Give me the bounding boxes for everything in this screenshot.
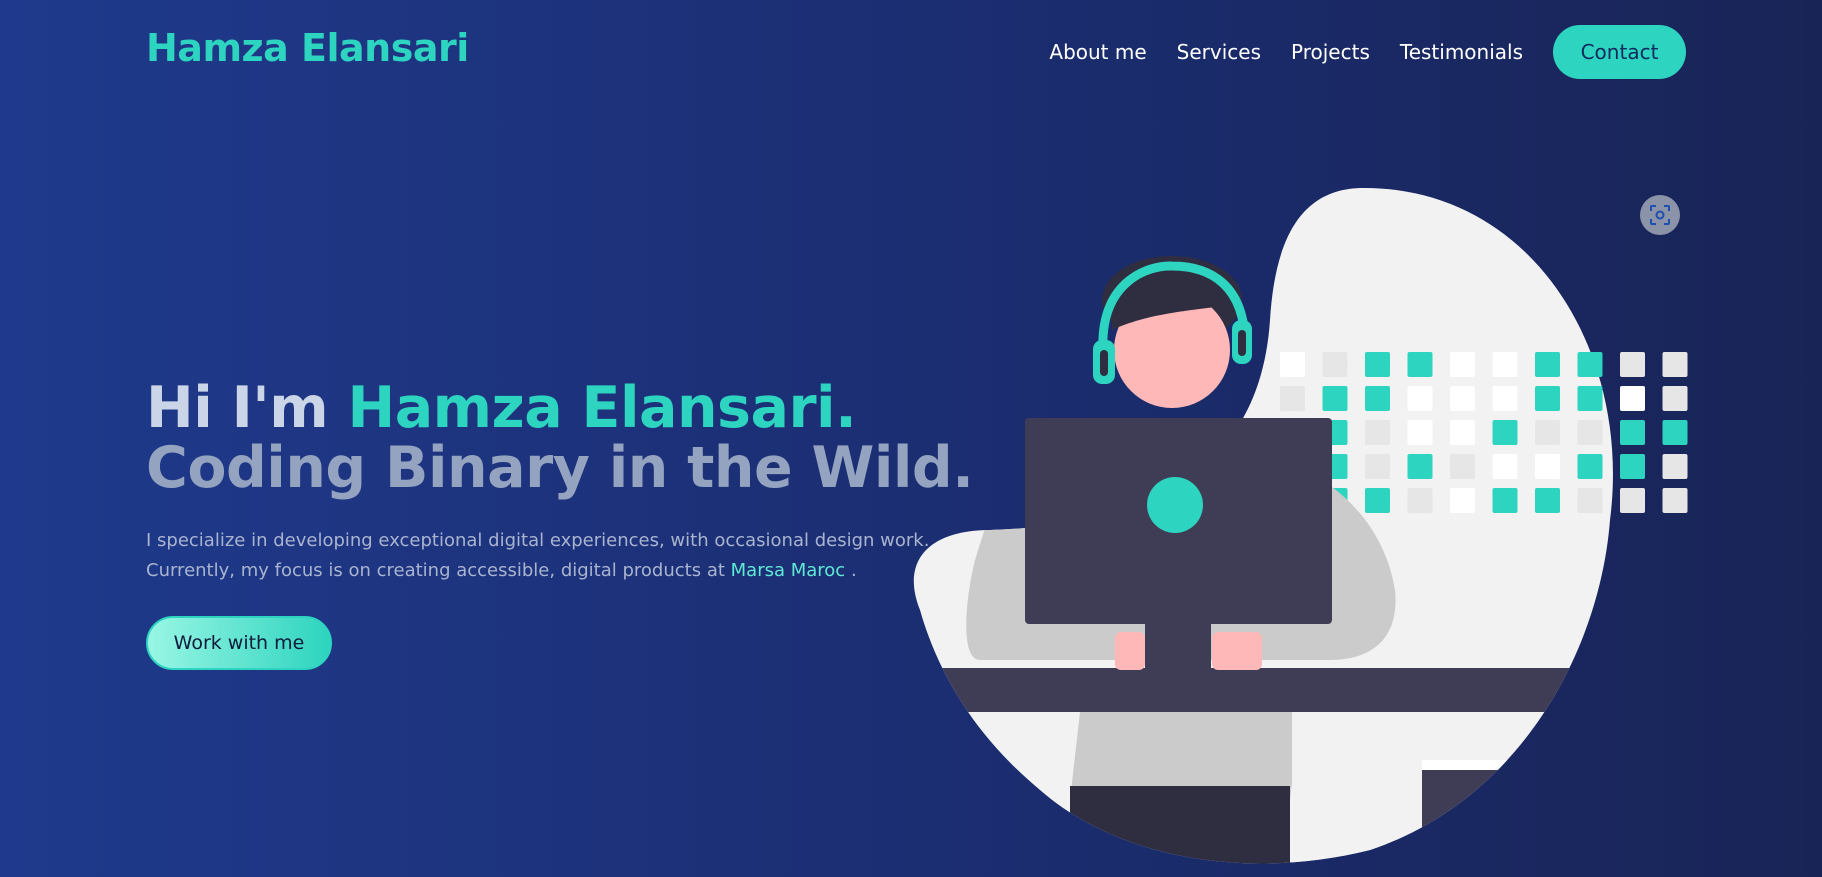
pixel-cell (1365, 488, 1390, 513)
hero-description-end: . (845, 560, 857, 581)
pixel-cell (1620, 454, 1645, 479)
pixel-cell (1407, 352, 1433, 377)
pixel-cell (1365, 454, 1390, 479)
hero-description: I specialize in developing exceptional d… (146, 526, 973, 586)
chair (1292, 712, 1422, 864)
pixel-cell (1450, 352, 1475, 377)
pixel-cell (1365, 352, 1390, 377)
pixel-cell (1450, 488, 1475, 513)
monitor-logo (1147, 477, 1203, 533)
hero-heading: Hi I'm Hamza Elansari. Coding Binary in … (146, 378, 974, 501)
pixel-cell (1280, 386, 1305, 411)
pixel-cell (1535, 386, 1560, 411)
pixel-cell (1620, 420, 1645, 445)
pixel-cell (1450, 454, 1475, 479)
pixel-cell (1662, 488, 1688, 513)
hero-tagline: Coding Binary in the Wild. (146, 435, 974, 501)
pixel-cell (1620, 352, 1645, 377)
chair-back (1422, 770, 1613, 864)
pixel-cell (1365, 420, 1390, 445)
pixel-cell (1492, 352, 1518, 377)
pixel-cell (1492, 454, 1518, 479)
chair-stripe (1422, 760, 1613, 770)
person-pants (1070, 786, 1290, 864)
pixel-cell (1492, 386, 1518, 411)
pixel-cell (1577, 454, 1603, 479)
pixel-cell (1535, 488, 1560, 513)
pixel-cell (1407, 386, 1433, 411)
pixel-cell (1535, 454, 1560, 479)
pixel-cell (1577, 420, 1603, 445)
pixel-cell (1450, 386, 1475, 411)
person-hand-right (1212, 632, 1262, 670)
pixel-cell (1322, 386, 1348, 411)
pixel-cell (1620, 488, 1645, 513)
pixel-cell (1662, 454, 1688, 479)
pixel-cell (1492, 420, 1518, 445)
pixel-cell (1322, 352, 1348, 377)
hero-description-line2: Currently, my focus is on creating acces… (146, 560, 731, 581)
pixel-cell (1535, 352, 1560, 377)
pixel-cell (1535, 420, 1560, 445)
pixel-cell (1407, 420, 1433, 445)
hero-description-line1: I specialize in developing exceptional d… (146, 530, 930, 551)
pixel-cell (1577, 352, 1603, 377)
monitor-stand (1145, 620, 1211, 670)
pixel-cell (1280, 352, 1305, 377)
pixel-cell (1450, 420, 1475, 445)
pixel-cell (1662, 352, 1688, 377)
hero-greeting: Hi I'm (146, 375, 348, 441)
desk (913, 668, 1613, 712)
pixel-cell (1662, 420, 1688, 445)
pixel-cell (1577, 386, 1603, 411)
scan-icon (1650, 205, 1670, 225)
hero-name: Hamza Elansari. (347, 375, 857, 441)
company-link[interactable]: Marsa Maroc (731, 560, 846, 581)
pixel-cell (1662, 386, 1688, 411)
pixel-cell (1577, 488, 1603, 513)
hero-section: Hi I'm Hamza Elansari. Coding Binary in … (146, 378, 974, 670)
work-with-me-button[interactable]: Work with me (146, 616, 332, 670)
hero-heading-line1: Hi I'm Hamza Elansari. (146, 378, 973, 438)
pixel-cell (1492, 488, 1518, 513)
pixel-cell (1407, 488, 1433, 513)
person-hand-left (1115, 632, 1145, 670)
scan-button[interactable] (1640, 195, 1680, 235)
pixel-cell (1407, 454, 1433, 479)
pixel-cell (1365, 386, 1390, 411)
pixel-cell (1620, 386, 1645, 411)
